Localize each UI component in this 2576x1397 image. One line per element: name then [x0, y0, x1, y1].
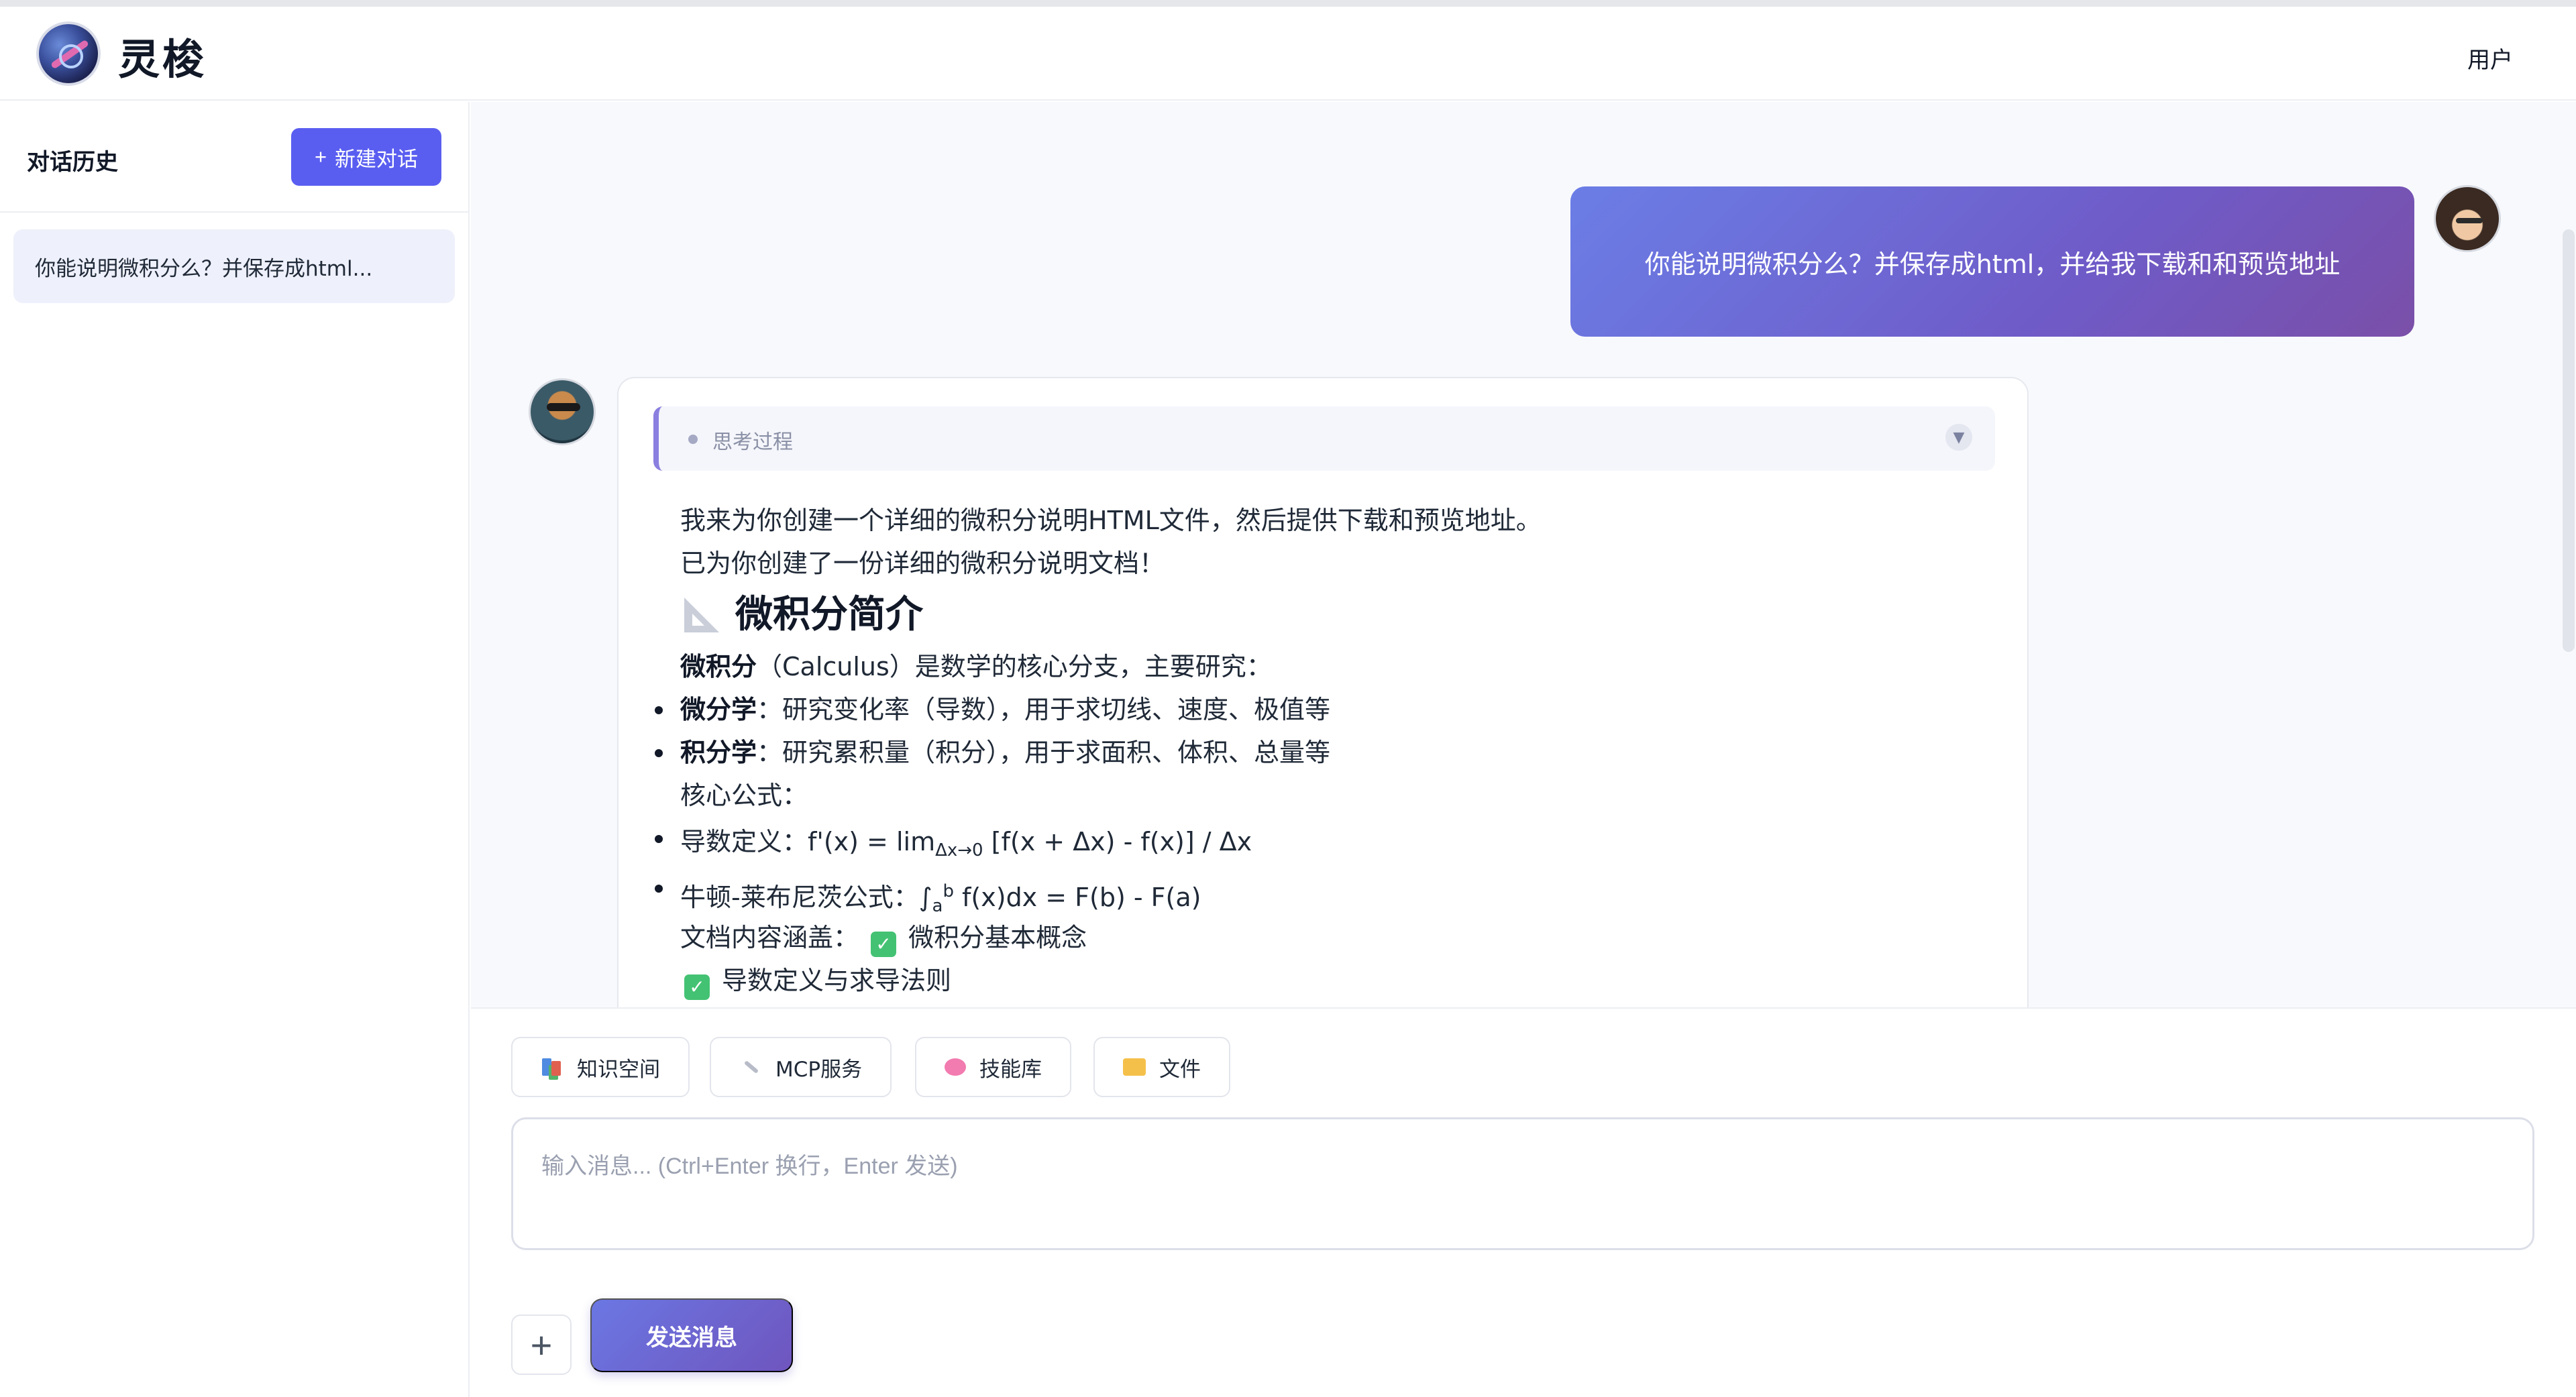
wrench-icon	[739, 1056, 762, 1078]
list-item: 微分学：研究变化率（导数），用于求切线、速度、极值等	[655, 688, 1995, 731]
intro-text: （Calculus）是数学的核心分支，主要研究：	[757, 652, 1272, 681]
checkmark-icon: ✓	[684, 974, 710, 1000]
top-border	[0, 0, 2576, 7]
derivative-prefix: 导数定义：f'(x) = lim	[680, 827, 936, 856]
send-message-button[interactable]: 发送消息	[590, 1298, 793, 1372]
assistant-avatar	[529, 378, 596, 445]
thinking-dot-icon	[688, 435, 698, 444]
bullet-text: ：研究累积量（积分），用于求面积、体积、总量等	[757, 738, 1331, 767]
sidebar: 对话历史 + 新建对话 你能说明微积分么？并保存成html...	[0, 102, 470, 1397]
response-line: 我来为你创建一个详细的微积分说明HTML文件，然后提供下载和预览地址。	[680, 506, 1542, 535]
user-message-bubble: 你能说明微积分么？并保存成html，并给我下载和和预览地址	[1570, 186, 2414, 337]
message-composer: 知识空间 MCP服务 技能库 文件 + 发送消息	[471, 1007, 2576, 1397]
core-formula-label: 核心公式：	[680, 781, 808, 810]
list-item: 积分学：研究累积量（积分），用于求面积、体积、总量等	[655, 731, 1995, 774]
bullet-bold: 积分学	[680, 738, 757, 767]
coverage-item: 导数定义与求导法则	[722, 966, 952, 995]
bullet-text: ：研究变化率（导数），用于求切线、速度、极值等	[757, 695, 1331, 724]
coverage-label: 文档内容涵盖：	[680, 923, 859, 952]
message-input[interactable]	[511, 1117, 2534, 1250]
books-icon	[541, 1056, 564, 1078]
skill-library-button[interactable]: 技能库	[915, 1037, 1071, 1097]
app-logo-icon	[36, 21, 101, 86]
user-avatar	[2434, 185, 2501, 252]
thinking-label: 思考过程	[712, 431, 793, 454]
coverage-line: ✓ 导数定义与求导法则	[680, 959, 1995, 1002]
tool-label: 知识空间	[577, 1057, 660, 1082]
response-intro: 微积分（Calculus）是数学的核心分支，主要研究：	[680, 645, 1995, 688]
integral-lower-limit: a	[932, 896, 943, 916]
sidebar-header: 对话历史 + 新建对话	[0, 102, 468, 213]
integral-upper-limit: b	[943, 881, 954, 901]
derivative-suffix: [f(x + Δx) - f(x)] / Δx	[983, 827, 1252, 856]
derivative-subscript: Δx→0	[935, 840, 983, 860]
new-chat-label: 新建对话	[335, 147, 419, 171]
files-button[interactable]: 文件	[1093, 1037, 1230, 1097]
coverage-item: 微积分基本概念	[908, 923, 1087, 952]
assistant-message-content: 我来为你创建一个详细的微积分说明HTML文件，然后提供下载和预览地址。 已为你创…	[655, 499, 1995, 1002]
assistant-message-card: 思考过程 ▼ 我来为你创建一个详细的微积分说明HTML文件，然后提供下载和预览地…	[617, 377, 2029, 1007]
chevron-down-icon[interactable]: ▼	[1945, 424, 1972, 451]
brain-icon	[945, 1058, 966, 1076]
tool-label: 文件	[1159, 1057, 1201, 1082]
list-item: 牛顿-莱布尼茨公式：∫ab f(x)dx = F(b) - F(a)	[655, 867, 1995, 916]
coverage-line: 文档内容涵盖： ✓ 微积分基本概念	[680, 916, 1995, 959]
folder-icon	[1123, 1058, 1146, 1076]
newton-leibniz-suffix: f(x)dx = F(b) - F(a)	[953, 883, 1201, 912]
mcp-service-button[interactable]: MCP服务	[710, 1037, 892, 1097]
tool-label: MCP服务	[775, 1057, 863, 1082]
user-menu[interactable]: 用户	[2467, 42, 2513, 74]
checkmark-icon: ✓	[871, 932, 897, 957]
sidebar-title: 对话历史	[27, 149, 118, 176]
response-heading-text: 微积分简介	[735, 593, 923, 636]
bullet-bold: 微分学	[680, 695, 757, 724]
attach-button[interactable]: +	[511, 1315, 572, 1375]
new-chat-button[interactable]: + 新建对话	[291, 128, 441, 186]
list-item: 导数定义：f'(x) = limΔx→0 [f(x + Δx) - f(x)] …	[655, 817, 1995, 867]
user-message-text: 你能说明微积分么？并保存成html，并给我下载和和预览地址	[1644, 249, 2341, 279]
intro-bold: 微积分	[680, 652, 757, 681]
response-line: 已为你创建了一份详细的微积分说明文档！	[680, 549, 1165, 578]
app-title: 灵梭	[118, 35, 207, 84]
chat-area: 你能说明微积分么？并保存成html，并给我下载和和预览地址 思考过程 ▼ 我来为…	[471, 102, 2576, 1007]
tool-label: 技能库	[979, 1057, 1042, 1082]
app-header: 灵梭 用户	[0, 7, 2576, 101]
thinking-process-panel[interactable]: 思考过程 ▼	[653, 406, 1995, 471]
response-heading: 微积分简介	[680, 585, 1995, 645]
history-item[interactable]: 你能说明微积分么？并保存成html...	[13, 229, 455, 303]
chat-scrollbar[interactable]	[2563, 229, 2575, 652]
newton-leibniz-prefix: 牛顿-莱布尼茨公式：∫	[680, 883, 932, 912]
triangular-ruler-icon	[680, 595, 720, 635]
knowledge-space-button[interactable]: 知识空间	[511, 1037, 690, 1097]
plus-icon: +	[314, 145, 327, 168]
